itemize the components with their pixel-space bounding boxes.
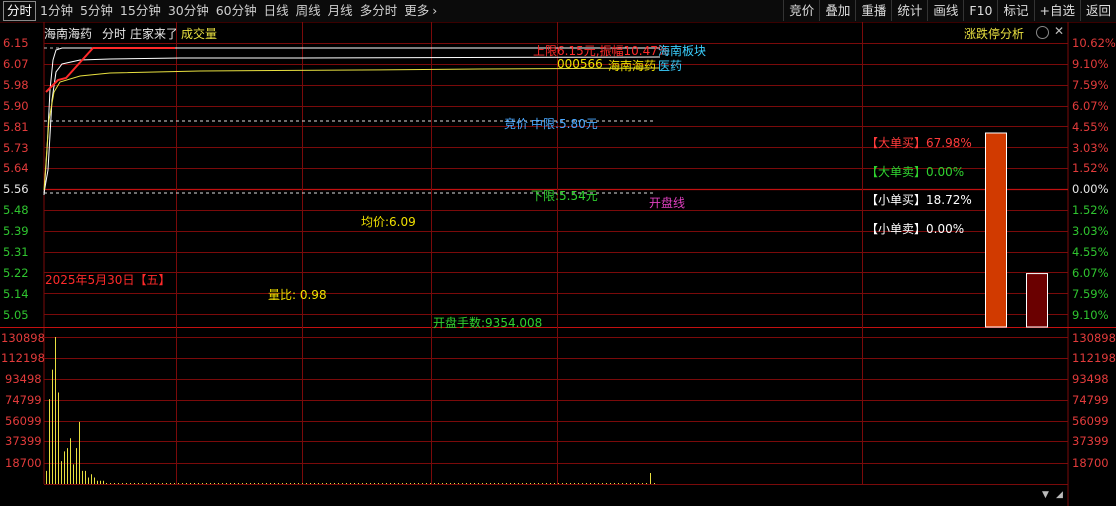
avg-price-text: 均价:6.09: [361, 215, 416, 229]
volume-tick: 37399: [1072, 434, 1109, 448]
volume-tick: 74799: [5, 393, 42, 407]
volume-tick: 93498: [5, 372, 42, 386]
pct-tick: 6.07%: [1072, 266, 1109, 280]
pct-tick: 3.03%: [1072, 141, 1109, 155]
volume-tick: 93498: [1072, 372, 1109, 386]
price-tick: 5.98: [3, 78, 29, 92]
intraday-chart: [0, 22, 1116, 506]
price-tick: 5.48: [3, 203, 29, 217]
volume-tick: 18700: [1072, 456, 1109, 470]
small-buy-label: 【小单买】18.72%: [866, 193, 972, 207]
pct-tick: 10.62%: [1072, 36, 1116, 50]
lower-limit-text: 下限:5.54元: [531, 189, 598, 203]
pct-tick: 1.52%: [1072, 203, 1109, 217]
industry-text: 医药: [658, 59, 683, 73]
price-tick: 6.07: [3, 57, 29, 71]
pct-tick: 9.10%: [1072, 57, 1109, 71]
resize-icon[interactable]: ◢: [1056, 490, 1063, 500]
price-tick: 6.15: [3, 36, 29, 50]
volume-tick: 112198: [1, 351, 45, 365]
auction-text: 竞价: [504, 117, 529, 131]
small-sell-label: 【小单卖】0.00%: [866, 222, 965, 236]
price-tick: 5.14: [3, 287, 29, 301]
price-tick: 5.05: [3, 308, 29, 322]
pct-tick: 3.03%: [1072, 224, 1109, 238]
date-text: 2025年5月30日【五】: [45, 273, 171, 287]
pct-tick: 4.55%: [1072, 120, 1109, 134]
big-sell-label: 【大单卖】0.00%: [866, 165, 965, 179]
volume-tick: 18700: [5, 456, 42, 470]
price-tick: 5.31: [3, 245, 29, 259]
volume-tick: 130898: [1072, 331, 1116, 345]
volume-bars: [46, 337, 655, 484]
order-bars: [985, 132, 1048, 328]
volume-tick: 56099: [1072, 414, 1109, 428]
pct-tick: 7.59%: [1072, 287, 1109, 301]
name-overlay-text: 海南海药: [608, 59, 657, 73]
pct-tick: 0.00%: [1072, 182, 1109, 196]
price-tick: 5.81: [3, 120, 29, 134]
volume-tick: 37399: [5, 434, 42, 448]
big-buy-bar: [985, 132, 1007, 328]
pct-tick: 6.07%: [1072, 99, 1109, 113]
pct-tick: 4.55%: [1072, 245, 1109, 259]
price-tick: 5.64: [3, 161, 29, 175]
pct-tick: 9.10%: [1072, 308, 1109, 322]
price-tick: 5.90: [3, 99, 29, 113]
price-tick: 5.56: [3, 182, 29, 196]
volume-tick: 56099: [5, 414, 42, 428]
volume-ratio-text: 量比: 0.98: [268, 288, 327, 302]
volume-tick: 74799: [1072, 393, 1109, 407]
pct-tick: 7.59%: [1072, 78, 1109, 92]
open-line-text: 开盘线: [649, 196, 686, 210]
pct-tick: 1.52%: [1072, 161, 1109, 175]
code-text: 000566: [557, 57, 603, 71]
mid-limit-text: 中限:5.80元: [531, 117, 598, 131]
price-tick: 5.39: [3, 224, 29, 238]
volume-tick: 112198: [1072, 351, 1116, 365]
price-tick: 5.22: [3, 266, 29, 280]
open-volume-text: 开盘手数:9354.008: [433, 316, 543, 330]
small-buy-bar: [1026, 273, 1048, 328]
volume-tick: 130898: [1, 331, 45, 345]
price-tick: 5.73: [3, 141, 29, 155]
big-buy-label: 【大单买】67.98%: [866, 136, 972, 150]
scroll-down-icon[interactable]: ▼: [1042, 490, 1049, 500]
